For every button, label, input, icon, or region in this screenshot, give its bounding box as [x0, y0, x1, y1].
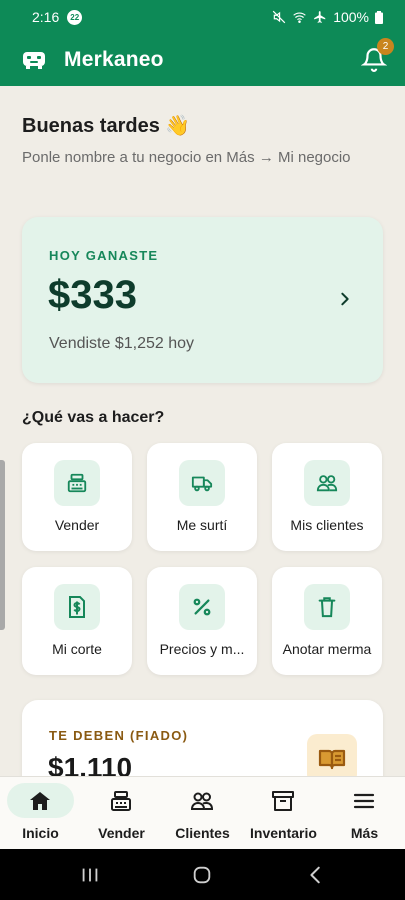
mute-icon: [272, 10, 286, 24]
fiado-amount: $1,110: [48, 752, 133, 776]
recent-apps-icon[interactable]: [79, 864, 101, 886]
nav-inventario[interactable]: Inventario: [243, 777, 324, 850]
airplane-icon: [314, 11, 326, 23]
action-label: Precios y m...: [159, 641, 245, 657]
trash-icon: [304, 584, 350, 630]
action-label: Vender: [54, 517, 100, 533]
nav-clientes[interactable]: Clientes: [162, 777, 243, 850]
nav-vender[interactable]: Vender: [81, 777, 162, 850]
status-bar: 2:16 22 100%: [0, 0, 405, 34]
action-label: Mis clientes: [290, 517, 364, 533]
app-logo-icon: [20, 46, 48, 74]
action-me-surti[interactable]: Me surtí: [147, 443, 257, 551]
action-label: Mi corte: [52, 641, 102, 657]
nav-mas[interactable]: Más: [324, 777, 405, 850]
battery-level: 100%: [333, 9, 369, 25]
wifi-icon: [293, 12, 306, 23]
nav-label: Más: [350, 825, 379, 841]
action-mis-clientes[interactable]: Mis clientes: [272, 443, 382, 551]
book-icon: [307, 734, 357, 776]
back-icon[interactable]: [305, 864, 327, 886]
fiado-label: TE DEBEN (FIADO): [49, 728, 189, 743]
action-mi-corte[interactable]: Mi corte: [22, 567, 132, 675]
nav-label: Vender: [98, 825, 145, 841]
menu-icon: [353, 793, 375, 809]
home-button-icon[interactable]: [191, 864, 213, 886]
actions-title: ¿Qué vas a hacer?: [22, 409, 165, 426]
chevron-right-icon: [341, 292, 349, 306]
earnings-label: HOY GANASTE: [49, 248, 159, 263]
notifications-button[interactable]: 2: [360, 38, 394, 72]
money-receipt-icon: [54, 584, 100, 630]
nav-label: Clientes: [175, 825, 230, 841]
app-title: Merkaneo: [64, 48, 164, 71]
percent-icon: [179, 584, 225, 630]
cash-register-icon: [54, 460, 100, 506]
battery-icon: [375, 10, 383, 24]
bottom-navigation: Inicio Vender Clientes Inventario Más: [0, 776, 405, 849]
archive-icon: [272, 791, 294, 811]
earnings-card[interactable]: HOY GANASTE $333 Vendiste $1,252 hoy: [22, 217, 383, 383]
notification-count-badge: 2: [377, 38, 394, 55]
nav-label: Inicio: [22, 825, 59, 841]
nav-inicio[interactable]: Inicio: [0, 777, 81, 850]
users-icon: [190, 792, 214, 810]
cash-register-icon: [111, 791, 131, 811]
scrollbar[interactable]: [0, 460, 5, 630]
app-bar: Merkaneo 2: [0, 34, 405, 86]
home-content[interactable]: Buenas tardes 👋 Ponle nombre a tu negoci…: [0, 86, 405, 776]
earnings-amount: $333: [48, 273, 137, 317]
users-icon: [304, 460, 350, 506]
action-label: Me surtí: [176, 517, 228, 533]
status-notification-badge: 22: [67, 9, 83, 25]
home-icon: [30, 792, 50, 810]
fiado-card[interactable]: TE DEBEN (FIADO) $1,110: [22, 700, 383, 776]
greeting-title: Buenas tardes 👋: [22, 115, 191, 137]
action-label: Anotar merma: [282, 641, 372, 657]
nav-label: Inventario: [250, 825, 317, 841]
action-precios[interactable]: Precios y m...: [147, 567, 257, 675]
action-vender[interactable]: Vender: [22, 443, 132, 551]
greeting-subtitle: Ponle nombre a tu negocio en Más → Mi ne…: [22, 149, 351, 166]
status-time: 2:16: [32, 9, 60, 25]
system-navigation-bar: [0, 849, 405, 900]
truck-icon: [179, 460, 225, 506]
earnings-detail: Vendiste $1,252 hoy: [49, 335, 195, 352]
action-anotar-merma[interactable]: Anotar merma: [272, 567, 382, 675]
